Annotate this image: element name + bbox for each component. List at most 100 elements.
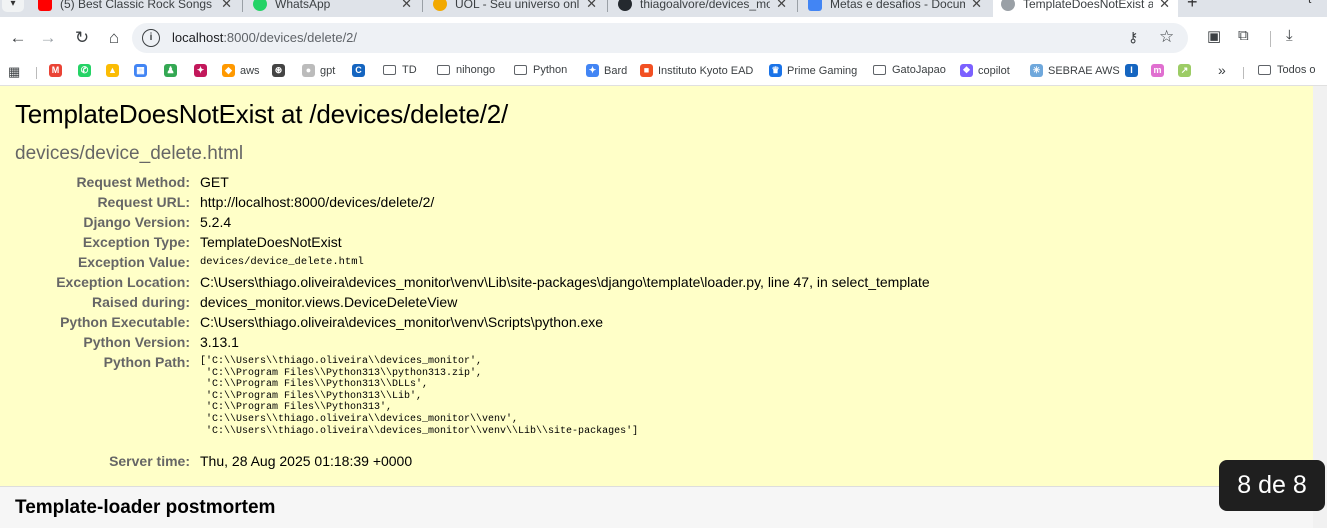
extensions-puzzle-icon[interactable]: ⧉ <box>1238 27 1249 44</box>
meta-row: Request URL: http://localhost:8000/device… <box>0 194 1200 214</box>
bookmark-item[interactable]: M <box>49 64 67 77</box>
apps-grid-button[interactable]: ▦ <box>8 64 20 80</box>
bookmark-item[interactable]: ▦ <box>134 64 152 77</box>
bookmark-label: SEBRAE AWS <box>1048 64 1120 77</box>
bookmark-item[interactable]: ❖ copilot <box>960 64 1010 77</box>
url-host: localhost <box>172 30 224 45</box>
password-key-icon[interactable]: ⚷ <box>1128 29 1138 46</box>
tab-github[interactable]: thiagoalvore/devices_moni ✕ <box>610 0 795 17</box>
bookmark-item[interactable]: GatoJapao <box>873 64 946 76</box>
meta-key: Exception Value: <box>77 254 190 270</box>
meta-row: Python Executable: C:\Users\thiago.olivei… <box>0 314 1200 334</box>
globe-icon <box>1001 0 1015 11</box>
meta-key: Exception Location: <box>56 274 190 290</box>
meta-key: Python Version: <box>83 334 190 350</box>
extension-m-icon[interactable]: ▣ <box>1207 27 1221 45</box>
all-bookmarks-label: Todos o <box>1277 64 1316 76</box>
close-icon[interactable]: ✕ <box>971 0 982 12</box>
bookmark-item[interactable]: Python <box>514 64 567 76</box>
address-bar[interactable]: i localhost:8000/devices/delete/2/ ⚷ ☆ <box>132 23 1188 53</box>
browser-toolbar: ← → ↻ ⌂ i localhost:8000/devices/delete/… <box>0 17 1327 59</box>
bookmark-item[interactable]: ▲ <box>106 64 124 77</box>
bookmark-item[interactable]: TD <box>383 64 417 76</box>
figure-icon: ♟ <box>164 64 177 77</box>
bard-icon: ✦ <box>586 64 599 77</box>
meta-key: Python Executable: <box>60 314 190 330</box>
folder-icon <box>383 65 396 75</box>
close-icon[interactable]: ✕ <box>1159 0 1170 12</box>
bookmark-label: Python <box>533 64 568 76</box>
section-heading: Template-loader postmortem <box>15 497 276 518</box>
all-bookmarks-button[interactable]: Todos o <box>1258 64 1316 76</box>
new-tab-button[interactable]: + <box>1187 0 1198 13</box>
meta-key: Exception Type: <box>82 234 190 250</box>
arrow-left-icon: ← <box>9 28 27 47</box>
meta-value: http://localhost:8000/devices/delete/2/ <box>200 194 435 210</box>
tab-title: UOL - Seu universo online <box>455 0 580 11</box>
folder-icon <box>437 65 450 75</box>
bookmark-item[interactable]: C <box>352 64 370 77</box>
bookmark-item[interactable]: ♟ <box>164 64 182 77</box>
meta-row: Exception Value: devices/device_delete.ht… <box>0 254 1200 274</box>
bookmark-item[interactable]: ♛ Prime Gaming <box>769 64 857 77</box>
window-controls[interactable]: t <box>1308 0 1311 6</box>
page-title: TemplateDoesNotExist at /devices/delete/… <box>15 99 509 129</box>
bookmark-item[interactable]: ↗ <box>1178 64 1196 77</box>
bookmark-label: copilot <box>978 64 1010 77</box>
apps-grid-icon: ▦ <box>8 64 21 79</box>
tab-youtube[interactable]: (5) Best Classic Rock Songs ✕ <box>30 0 240 17</box>
chart-icon: ↗ <box>1178 64 1191 77</box>
close-icon[interactable]: ✕ <box>401 0 412 12</box>
tab-uol[interactable]: UOL - Seu universo online ✕ <box>425 0 605 17</box>
tab-whatsapp[interactable]: WhatsApp ✕ <box>245 0 420 17</box>
back-button[interactable]: ← <box>6 26 30 50</box>
tab-google-docs[interactable]: Metas e desafios - Docum ✕ <box>800 0 990 17</box>
bookmark-item[interactable]: ✦ Bard <box>586 64 627 77</box>
more-bookmarks-button[interactable]: » <box>1218 62 1226 78</box>
close-icon[interactable]: ✕ <box>586 0 597 12</box>
tab-title: WhatsApp <box>275 0 331 11</box>
bookmark-label: aws <box>240 64 260 77</box>
tab-divider <box>797 0 798 12</box>
bookmark-label: nihongo <box>456 64 496 76</box>
download-icon[interactable]: ⤓ <box>1286 27 1293 44</box>
close-icon[interactable]: ✕ <box>221 0 232 12</box>
url-text[interactable]: localhost:8000/devices/delete/2/ <box>172 30 357 45</box>
reload-button[interactable]: ↻ <box>70 26 94 50</box>
folder-icon <box>873 65 886 75</box>
home-button[interactable]: ⌂ <box>102 26 126 50</box>
calendar-icon: ▦ <box>134 64 147 77</box>
bookmark-item[interactable]: ⊛ <box>272 64 290 77</box>
tab-active-django[interactable]: TemplateDoesNotExist at / ✕ <box>993 0 1178 17</box>
exception-value-subtitle: devices/device_delete.html <box>15 143 244 164</box>
bookmark-star-icon[interactable]: ☆ <box>1159 27 1174 47</box>
forward-button[interactable]: → <box>36 26 60 50</box>
bookmark-item[interactable]: ■ Instituto Kyoto EAD <box>640 64 753 77</box>
bookmark-item[interactable]: I <box>1125 64 1143 77</box>
bookmark-item[interactable]: ◆ aws <box>222 64 260 77</box>
tab-strip: ▾ (5) Best Classic Rock Songs ✕ WhatsApp… <box>0 0 1327 17</box>
drive-icon: ▲ <box>106 64 119 77</box>
site-info-icon[interactable]: i <box>142 29 160 47</box>
bookmark-item[interactable]: ✆ <box>78 64 96 77</box>
youtube-icon <box>38 0 52 11</box>
meta-row: Server time: Thu, 28 Aug 2025 01:18:39 +0… <box>0 453 1200 473</box>
meta-key: Python Path: <box>103 354 190 370</box>
tab-divider <box>607 0 608 12</box>
home-icon: ⌂ <box>108 28 120 47</box>
bookmark-item[interactable]: nihongo <box>437 64 495 76</box>
bookmark-item[interactable]: m <box>1151 64 1169 77</box>
meta-value: GET <box>200 174 229 190</box>
bookmark-label: Bard <box>604 64 628 77</box>
meta-row: Python Path: ['C:\\Users\\thiago.oliveira… <box>0 354 1200 446</box>
meta-row: Python Version: 3.13.1 <box>0 334 1200 354</box>
close-icon[interactable]: ✕ <box>776 0 787 12</box>
bookmark-item[interactable]: ● gpt <box>302 64 335 77</box>
github-icon <box>618 0 632 11</box>
bookmark-item[interactable]: ✳ SEBRAE AWS <box>1030 64 1120 77</box>
meta-key: Request Method: <box>76 174 190 190</box>
bookmark-item[interactable]: ✦ <box>194 64 212 77</box>
tab-search-button[interactable]: ▾ <box>2 0 24 12</box>
bookmark-label: GatoJapao <box>892 64 946 76</box>
meta-key: Server time: <box>109 453 190 469</box>
